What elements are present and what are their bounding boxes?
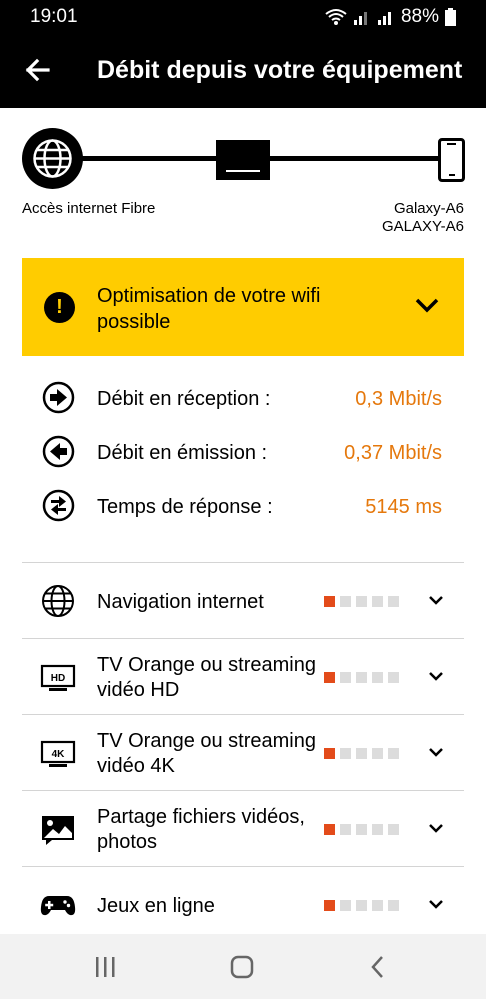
swap-arrows-circle-icon — [42, 489, 75, 522]
level-segment — [388, 672, 399, 683]
back-nav-button[interactable] — [363, 952, 393, 982]
quality-level — [324, 672, 399, 683]
arrow-left-circle-icon — [42, 435, 75, 468]
usage-label: Partage fichiers vidéos, photos — [97, 806, 305, 853]
level-segment — [372, 900, 383, 911]
battery-percent: 88% — [400, 6, 439, 27]
usage-row-navigation[interactable]: Navigation internet — [22, 562, 464, 638]
signal-icon-2 — [377, 9, 395, 25]
metric-emission: Débit en émission : 0,37 Mbit/s — [0, 430, 486, 470]
4k-tv-icon: 4K — [40, 740, 76, 767]
chevron-down-icon — [429, 596, 443, 605]
quality-level — [324, 900, 399, 911]
wifi-icon — [325, 8, 347, 26]
image-share-icon — [42, 816, 74, 845]
page-title: Débit depuis votre équipement — [97, 56, 463, 84]
level-segment — [372, 672, 383, 683]
battery-icon — [445, 8, 456, 26]
svg-text:HD: HD — [51, 673, 65, 684]
usage-label: Jeux en ligne — [97, 895, 215, 917]
level-segment — [356, 672, 367, 683]
metric-value: 5145 ms — [365, 496, 442, 518]
level-segment — [372, 748, 383, 759]
chevron-down-icon — [429, 672, 443, 681]
globe-icon — [42, 585, 74, 617]
level-segment — [340, 748, 351, 759]
level-segment — [324, 748, 335, 759]
usage-label: TV Orange ou streaming vidéo 4K — [97, 730, 316, 777]
device-model: GALAXY-A6 — [382, 218, 464, 235]
recent-apps-button[interactable] — [90, 952, 120, 982]
level-segment — [388, 748, 399, 759]
usage-label: Navigation internet — [97, 591, 264, 613]
globe-icon — [33, 139, 72, 178]
level-segment — [372, 596, 383, 607]
chevron-down-icon — [429, 748, 443, 757]
level-segment — [388, 824, 399, 835]
usage-row-tv-4k[interactable]: 4K TV Orange ou streaming vidéo 4K — [22, 714, 464, 790]
status-bar: 19:01 88% — [0, 0, 486, 34]
back-button[interactable] — [20, 52, 56, 88]
quality-level — [324, 748, 399, 759]
level-segment — [356, 596, 367, 607]
app-bar: Débit depuis votre équipement — [0, 34, 486, 108]
level-segment — [324, 900, 335, 911]
metric-value: 0,3 Mbit/s — [355, 388, 442, 410]
level-segment — [324, 596, 335, 607]
usage-row-tv-hd[interactable]: HD TV Orange ou streaming vidéo HD — [22, 638, 464, 714]
metric-response-time: Temps de réponse : 5145 ms — [0, 484, 486, 524]
connection-diagram: Accès internet Fibre Galaxy-A6 GALAXY-A6 — [0, 108, 486, 258]
status-time: 19:01 — [30, 6, 78, 27]
smartphone-icon — [438, 138, 465, 182]
usage-row-file-sharing[interactable]: Partage fichiers vidéos, photos — [22, 790, 464, 866]
chevron-down-icon — [429, 824, 443, 833]
metric-label: Débit en réception : — [97, 388, 271, 410]
arrow-right-circle-icon — [42, 381, 75, 414]
metric-label: Temps de réponse : — [97, 496, 273, 518]
gamepad-icon — [40, 896, 76, 916]
status-indicators: 88% — [325, 6, 456, 28]
system-nav-bar — [0, 934, 486, 999]
arrow-left-icon — [25, 58, 50, 82]
router-box-icon — [216, 140, 270, 180]
exclamation-icon: ! — [44, 292, 75, 323]
level-segment — [372, 824, 383, 835]
hd-tv-icon: HD — [40, 664, 76, 691]
level-segment — [340, 596, 351, 607]
quality-level — [324, 596, 399, 607]
chevron-down-icon — [414, 296, 440, 319]
level-segment — [356, 824, 367, 835]
metric-reception: Débit en réception : 0,3 Mbit/s — [0, 376, 486, 416]
source-label: Accès internet Fibre — [22, 200, 156, 217]
home-icon — [230, 955, 254, 979]
level-segment — [356, 748, 367, 759]
signal-icon — [353, 9, 371, 25]
recent-apps-icon — [96, 957, 115, 977]
level-segment — [324, 672, 335, 683]
metric-label: Débit en émission : — [97, 442, 268, 464]
level-segment — [340, 824, 351, 835]
device-name: Galaxy-A6 — [393, 200, 464, 217]
level-segment — [388, 900, 399, 911]
level-segment — [388, 596, 399, 607]
svg-text:4K: 4K — [52, 749, 66, 760]
wifi-optimisation-banner[interactable]: ! Optimisation de votre wifi possible — [22, 258, 464, 356]
usage-label: TV Orange ou streaming vidéo HD — [97, 654, 316, 701]
quality-level — [324, 824, 399, 835]
level-segment — [324, 824, 335, 835]
internet-globe-node — [22, 128, 83, 189]
usage-row-gaming[interactable]: Jeux en ligne — [22, 866, 464, 942]
level-segment — [356, 900, 367, 911]
chevron-down-icon — [429, 900, 443, 909]
back-nav-icon — [371, 956, 383, 978]
home-button[interactable] — [227, 952, 257, 982]
level-segment — [340, 900, 351, 911]
level-segment — [340, 672, 351, 683]
warning-text: Optimisation de votre wifi possible — [97, 285, 321, 333]
metric-value: 0,37 Mbit/s — [344, 442, 442, 464]
